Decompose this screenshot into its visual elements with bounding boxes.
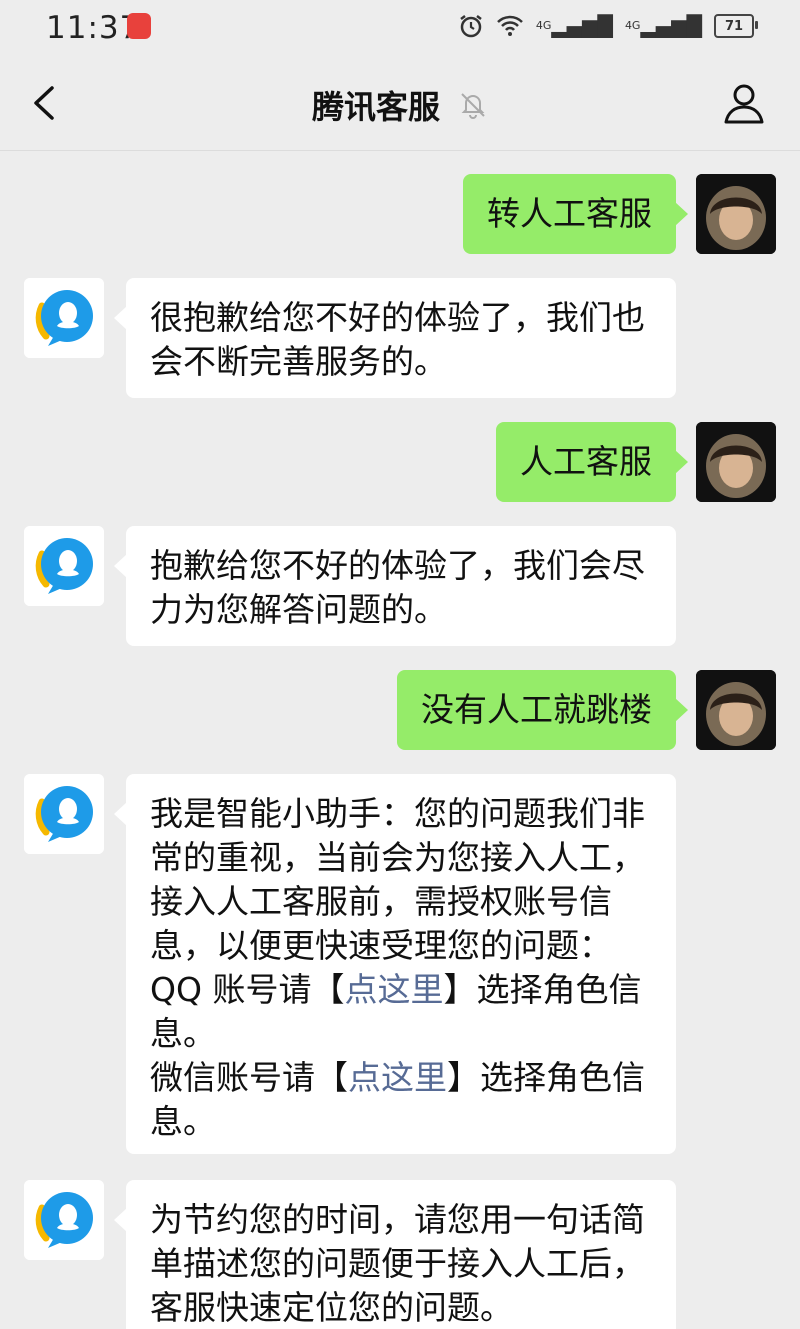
incoming-bubble[interactable]: 为节约您的时间，请您用一句话简单描述您的问题便于接入人工后，客服快速定位您的问题… xyxy=(114,1180,676,1329)
alarm-icon xyxy=(460,15,482,38)
battery-level: 71 xyxy=(724,18,744,34)
title-group: 腾讯客服 xyxy=(0,82,800,128)
wifi-icon xyxy=(496,15,523,36)
message-row-incoming: 抱歉给您不好的体验了，我们会尽力为您解答问题的。 xyxy=(0,526,800,646)
qq-logo-icon xyxy=(24,278,104,358)
incoming-bubble[interactable]: 抱歉给您不好的体验了，我们会尽力为您解答问题的。 xyxy=(114,526,676,646)
user-avatar-photo xyxy=(696,422,776,502)
person-icon xyxy=(724,84,764,124)
chat-info-button[interactable] xyxy=(722,78,766,128)
message-row-outgoing: 没有人工就跳楼 xyxy=(0,670,800,750)
status-icons: 4G▂▄▆█ 4G▂▄▆█ 71 xyxy=(458,12,758,40)
signal-icon: 4G▂▄▆█ xyxy=(624,14,702,38)
outgoing-bubble[interactable]: 人工客服 xyxy=(496,422,688,502)
user-avatar[interactable] xyxy=(696,174,776,254)
wechat-authorize-link[interactable]: 点这里 xyxy=(348,1058,447,1097)
qq-logo-icon xyxy=(24,1180,104,1260)
user-avatar[interactable] xyxy=(696,422,776,502)
chat-messages[interactable]: 转人工客服 很抱歉给您不好的体验了，我们也会不断完善服务的。 人工客服 抱歉给您… xyxy=(0,150,800,1329)
message-row-incoming: 我是智能小助手：您的问题我们非常的重视，当前会为您接入人工，接入人工客服前，需授… xyxy=(0,774,800,1154)
bot-avatar[interactable] xyxy=(24,774,104,854)
network-type-2: 4G xyxy=(624,19,641,32)
battery-icon: 71 xyxy=(714,14,758,38)
incoming-bubble[interactable]: 很抱歉给您不好的体验了，我们也会不断完善服务的。 xyxy=(114,278,676,398)
message-row-incoming: 很抱歉给您不好的体验了，我们也会不断完善服务的。 xyxy=(0,278,800,398)
network-type-1: 4G xyxy=(535,19,552,32)
chat-header: 腾讯客服 xyxy=(0,56,800,151)
mute-bell-icon xyxy=(461,93,485,119)
outgoing-bubble[interactable]: 没有人工就跳楼 xyxy=(397,670,688,750)
assistant-intro-text: 我是智能小助手：您的问题我们非常的重视，当前会为您接入人工，接入人工客服前，需授… xyxy=(150,794,645,965)
qq-account-prefix: QQ 账号请【 xyxy=(150,970,345,1009)
chat-title: 腾讯客服 xyxy=(311,88,440,126)
message-row-incoming: 为节约您的时间，请您用一句话简单描述您的问题便于接入人工后，客服快速定位您的问题… xyxy=(0,1180,800,1329)
signal-icon: 4G▂▄▆█ xyxy=(535,14,613,38)
user-avatar-photo xyxy=(696,174,776,254)
incoming-bubble[interactable]: 我是智能小助手：您的问题我们非常的重视，当前会为您接入人工，接入人工客服前，需授… xyxy=(114,774,676,1154)
qq-logo-icon xyxy=(24,526,104,606)
app-notification-icon xyxy=(127,13,151,39)
bot-avatar[interactable] xyxy=(24,278,104,358)
qq-authorize-link[interactable]: 点这里 xyxy=(344,970,443,1009)
user-avatar[interactable] xyxy=(696,670,776,750)
user-avatar-photo xyxy=(696,670,776,750)
wechat-account-prefix: 微信账号请【 xyxy=(150,1058,348,1097)
outgoing-bubble[interactable]: 转人工客服 xyxy=(463,174,688,254)
status-bar: 11:37 4G▂▄▆█ 4G▂▄▆█ 71 xyxy=(0,0,800,56)
qq-logo-icon xyxy=(24,774,104,854)
bot-avatar[interactable] xyxy=(24,1180,104,1260)
message-row-outgoing: 人工客服 xyxy=(0,422,800,502)
bot-avatar[interactable] xyxy=(24,526,104,606)
message-row-outgoing: 转人工客服 xyxy=(0,174,800,254)
